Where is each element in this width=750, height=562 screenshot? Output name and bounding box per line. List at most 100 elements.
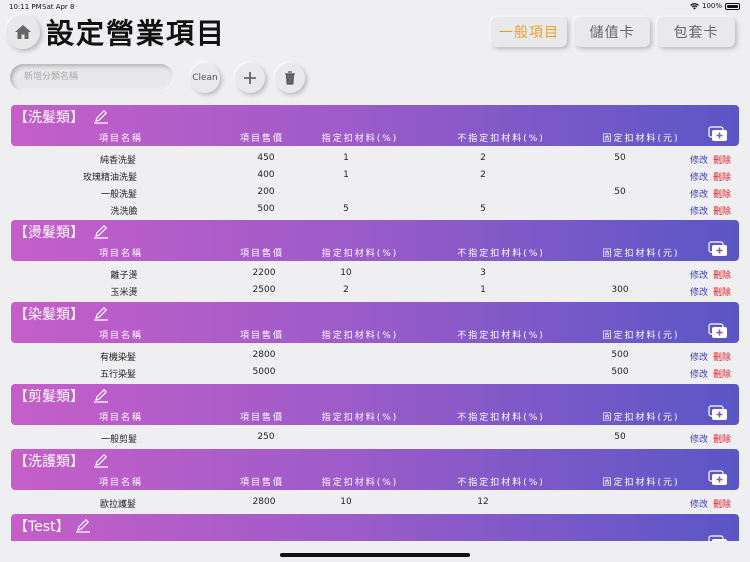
delete-item-button[interactable]: 刪除 (713, 187, 731, 200)
plus-icon (244, 72, 256, 84)
delete-item-button[interactable]: 刪除 (713, 432, 731, 445)
column-header-fixed: 固定扣材料(元) (602, 249, 680, 259)
column-header-fixed: 固定扣材料(元) (602, 134, 680, 144)
add-category-button[interactable] (235, 63, 265, 93)
delete-item-button[interactable]: 刪除 (713, 285, 731, 298)
item-price: 200 (257, 187, 275, 197)
edit-item-button[interactable]: 修改 (690, 153, 708, 166)
column-header-name: 項目名稱 (98, 134, 144, 144)
item-fixed: 50 (614, 153, 626, 163)
category-name: 【燙髮類】 (14, 225, 84, 241)
column-header-price: 項目售價 (239, 249, 285, 259)
item-name: 玫瑰精油洗髮 (82, 173, 138, 183)
pencil-icon[interactable] (93, 387, 109, 403)
add-item-icon[interactable] (708, 405, 728, 421)
add-item-icon[interactable] (708, 323, 728, 339)
column-header-undesignated: 不指定扣材料(%) (457, 249, 545, 259)
edit-item-button[interactable]: 修改 (690, 268, 708, 281)
category-header: 【染髮類】 項目名稱 項目售價 指定扣材料(%) 不指定扣材料(%) 固定扣材料… (11, 302, 739, 343)
item-price: 2800 (252, 350, 276, 360)
pencil-icon[interactable] (93, 305, 109, 321)
category-name-input[interactable]: 新增分類名稱 (10, 64, 174, 91)
edit-item-button[interactable]: 修改 (690, 204, 708, 217)
column-header-undesignated: 不指定扣材料(%) (457, 331, 545, 341)
edit-item-button[interactable]: 修改 (690, 285, 708, 298)
tab-package-card[interactable]: 包套卡 (657, 17, 735, 47)
delete-item-button[interactable]: 刪除 (713, 350, 731, 363)
item-designated: 1 (343, 170, 349, 180)
item-name: 純香洗髮 (99, 156, 137, 166)
item-designated: 1 (343, 153, 349, 163)
status-date: Sat Apr 8 (42, 3, 75, 11)
item-price: 2800 (252, 497, 276, 507)
pencil-icon[interactable] (75, 517, 91, 533)
column-header-fixed: 固定扣材料(元) (602, 331, 680, 341)
column-header-price: 項目售價 (239, 331, 285, 341)
category-header: 【洗髮類】 項目名稱 項目售價 指定扣材料(%) 不指定扣材料(%) 固定扣材料… (11, 105, 739, 146)
item-name: 歐拉護髮 (99, 500, 137, 510)
delete-item-button[interactable]: 刪除 (713, 497, 731, 510)
item-undesignated: 3 (480, 268, 486, 278)
column-header-price: 項目售價 (239, 478, 285, 488)
item-designated: 5 (343, 204, 349, 214)
pencil-icon[interactable] (93, 108, 109, 124)
column-header-name: 項目名稱 (98, 249, 144, 259)
add-item-icon[interactable] (708, 241, 728, 257)
column-header-designated: 指定扣材料(%) (321, 331, 399, 341)
column-header-designated: 指定扣材料(%) (321, 249, 399, 259)
edit-item-button[interactable]: 修改 (690, 367, 708, 380)
clean-button[interactable]: Clean (190, 63, 220, 93)
column-header-name: 項目名稱 (98, 413, 144, 423)
pencil-icon[interactable] (93, 223, 109, 239)
edit-item-button[interactable]: 修改 (690, 350, 708, 363)
item-price: 2200 (252, 268, 276, 278)
tab-stored-value-card[interactable]: 儲值卡 (574, 17, 650, 47)
add-item-icon[interactable] (708, 470, 728, 486)
edit-item-button[interactable]: 修改 (690, 497, 708, 510)
edit-item-button[interactable]: 修改 (690, 432, 708, 445)
item-price: 500 (257, 204, 275, 214)
home-button[interactable] (6, 15, 40, 49)
category-header: 【洗護類】 項目名稱 項目售價 指定扣材料(%) 不指定扣材料(%) 固定扣材料… (11, 449, 739, 490)
item-name: 一般剪髮 (100, 435, 138, 445)
item-fixed: 50 (614, 432, 626, 442)
item-fixed: 300 (611, 285, 629, 295)
category-name: 【染髮類】 (14, 307, 84, 323)
item-designated: 2 (343, 285, 349, 295)
item-price: 2500 (252, 285, 276, 295)
add-item-icon[interactable] (708, 126, 728, 142)
pencil-icon[interactable] (93, 452, 109, 468)
category-name: 【洗髮類】 (14, 110, 84, 126)
item-undesignated: 1 (480, 285, 486, 295)
column-header-price: 項目售價 (239, 134, 285, 144)
item-undesignated: 2 (480, 170, 486, 180)
delete-item-button[interactable]: 刪除 (713, 268, 731, 281)
home-indicator (280, 553, 470, 557)
column-header-designated: 指定扣材料(%) (321, 134, 399, 144)
page-title: 設定營業項目 (46, 17, 227, 50)
category-header: 【燙髮類】 項目名稱 項目售價 指定扣材料(%) 不指定扣材料(%) 固定扣材料… (11, 220, 739, 261)
item-price: 5000 (252, 367, 276, 377)
item-fixed: 500 (611, 350, 629, 360)
item-designated: 10 (340, 268, 352, 278)
delete-item-button[interactable]: 刪除 (713, 170, 731, 183)
column-header-undesignated: 不指定扣材料(%) (457, 413, 545, 423)
column-header-designated: 指定扣材料(%) (321, 478, 399, 488)
item-undesignated: 2 (480, 153, 486, 163)
home-icon (15, 25, 31, 39)
delete-item-button[interactable]: 刪除 (713, 204, 731, 217)
item-fixed: 500 (611, 367, 629, 377)
column-header-designated: 指定扣材料(%) (321, 413, 399, 423)
column-header-fixed: 固定扣材料(元) (602, 478, 680, 488)
column-header-undesignated: 不指定扣材料(%) (457, 478, 545, 488)
item-name: 離子燙 (110, 271, 138, 281)
edit-item-button[interactable]: 修改 (690, 170, 708, 183)
delete-category-button[interactable] (275, 63, 305, 93)
edit-item-button[interactable]: 修改 (690, 187, 708, 200)
item-name: 一般洗髮 (100, 190, 138, 200)
item-fixed: 50 (614, 187, 626, 197)
category-name: 【Test】 (14, 519, 70, 535)
tab-general-items[interactable]: 一般項目 (491, 17, 567, 47)
delete-item-button[interactable]: 刪除 (713, 153, 731, 166)
delete-item-button[interactable]: 刪除 (713, 367, 731, 380)
